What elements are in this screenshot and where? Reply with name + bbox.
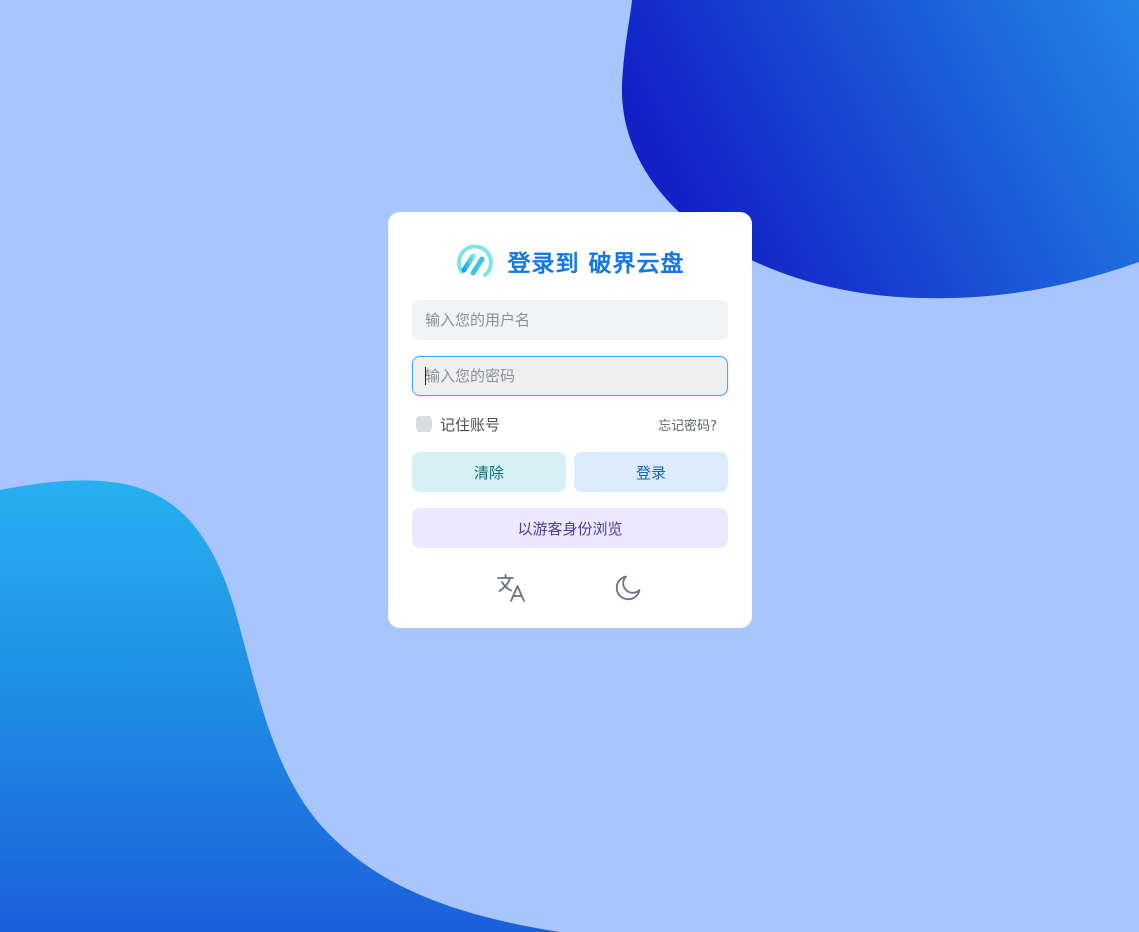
password-input[interactable]: [412, 356, 728, 396]
brand-header: 登录到 破界云盘: [388, 242, 752, 280]
remember-account-checkbox[interactable]: 记住账号: [416, 414, 500, 434]
page-title: 登录到 破界云盘: [507, 251, 685, 277]
checkbox-box[interactable]: [416, 416, 432, 432]
moon-icon[interactable]: [612, 572, 644, 604]
translate-icon[interactable]: [496, 572, 528, 604]
login-card: 登录到 破界云盘 记住账号 忘记密码? 清除 登录 以游客身份浏览: [388, 212, 752, 628]
forgot-password-link[interactable]: 忘记密码?: [658, 415, 717, 434]
text-caret: [425, 367, 426, 385]
guest-browse-button[interactable]: 以游客身份浏览: [412, 508, 728, 548]
username-input[interactable]: [412, 300, 728, 340]
clear-button[interactable]: 清除: [412, 452, 566, 492]
brand-logo-icon: [457, 244, 494, 277]
login-button[interactable]: 登录: [574, 452, 728, 492]
remember-account-label: 记住账号: [440, 415, 501, 434]
